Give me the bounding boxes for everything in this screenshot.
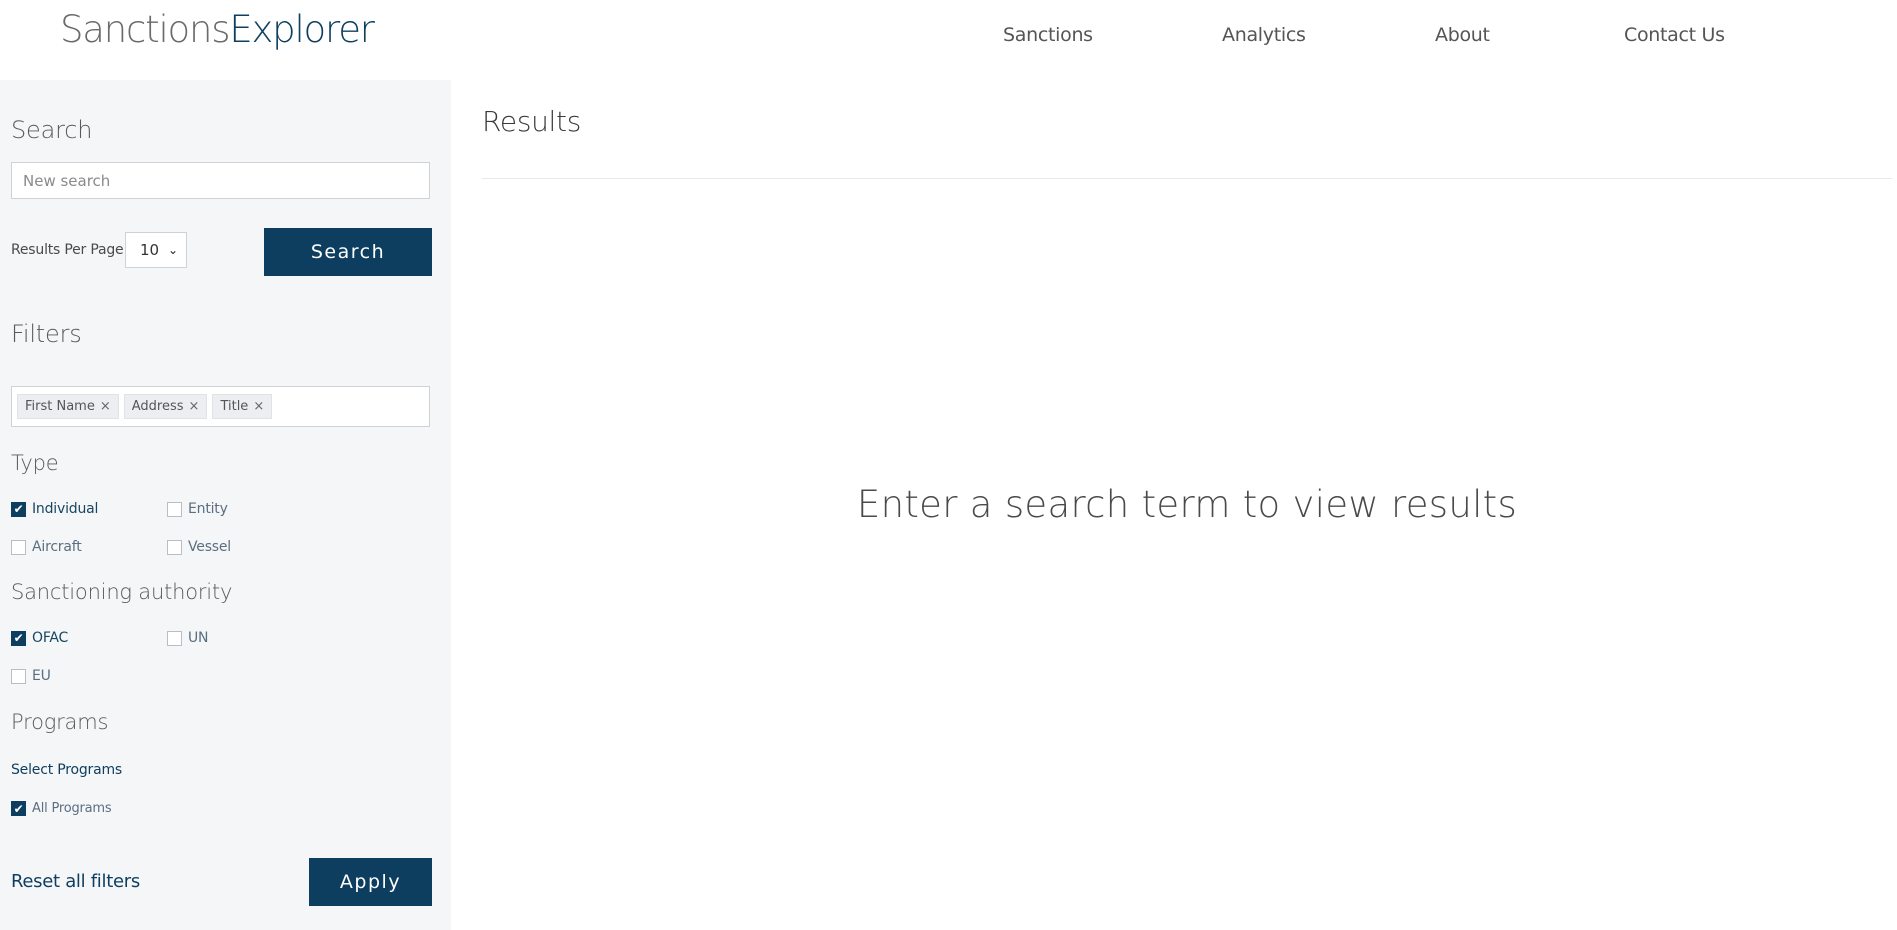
nav-contact-us[interactable]: Contact Us: [1624, 24, 1725, 46]
checkbox-icon: [11, 668, 26, 684]
close-icon[interactable]: ×: [253, 399, 264, 414]
checkbox-checked-icon: ✔: [11, 501, 26, 517]
apply-button[interactable]: Apply: [309, 858, 432, 906]
filter-tag-label: Address: [131, 399, 184, 414]
search-heading: Search: [11, 116, 93, 144]
type-entity-checkbox[interactable]: Entity: [167, 501, 228, 517]
filter-tag: Address ×: [123, 394, 208, 419]
checkbox-label: Vessel: [188, 539, 231, 555]
filter-tag-label: First Name: [25, 399, 95, 414]
search-button[interactable]: Search: [264, 228, 432, 276]
type-heading: Type: [11, 451, 59, 475]
checkbox-icon: [11, 539, 26, 555]
sanctioning-authority-heading: Sanctioning authority: [11, 580, 233, 604]
close-icon[interactable]: ×: [189, 399, 200, 414]
checkbox-label: OFAC: [32, 630, 69, 646]
filter-tag: Title ×: [212, 394, 273, 419]
results-per-page-select[interactable]: 10 ⌄: [125, 232, 187, 268]
close-icon[interactable]: ×: [100, 399, 111, 414]
nav-analytics[interactable]: Analytics: [1222, 24, 1306, 46]
type-vessel-checkbox[interactable]: Vessel: [167, 539, 231, 555]
checkbox-label: EU: [32, 668, 51, 684]
authority-eu-checkbox[interactable]: EU: [11, 668, 51, 684]
select-programs-link[interactable]: Select Programs: [11, 762, 122, 778]
results-per-page-label: Results Per Page: [11, 242, 124, 258]
checkbox-checked-icon: ✔: [11, 630, 26, 646]
nav-about[interactable]: About: [1435, 24, 1490, 46]
site-header: SanctionsExplorer Sanctions Analytics Ab…: [0, 0, 1897, 80]
chevron-down-icon: ⌄: [167, 243, 178, 257]
results-divider: [482, 178, 1892, 179]
logo-text-sanctions: Sanctions: [60, 8, 231, 51]
nav-sanctions[interactable]: Sanctions: [1003, 24, 1093, 46]
type-individual-checkbox[interactable]: ✔ Individual: [11, 501, 98, 517]
search-input[interactable]: [11, 162, 430, 199]
filter-tag: First Name ×: [17, 394, 119, 419]
checkbox-icon: [167, 630, 182, 646]
empty-results-message: Enter a search term to view results: [856, 483, 1518, 526]
filter-sidebar: Search Results Per Page 10 ⌄ Search Filt…: [0, 80, 451, 930]
checkbox-label: UN: [188, 630, 209, 646]
results-per-page-value: 10: [140, 241, 160, 259]
checkbox-icon: [167, 539, 182, 555]
results-title: Results: [482, 105, 582, 138]
all-programs-checkbox[interactable]: ✔ All Programs: [11, 801, 112, 816]
checkbox-label: Aircraft: [32, 539, 82, 555]
site-logo[interactable]: SanctionsExplorer: [60, 8, 375, 51]
type-aircraft-checkbox[interactable]: Aircraft: [11, 539, 82, 555]
checkbox-icon: [167, 501, 182, 517]
reset-filters-link[interactable]: Reset all filters: [11, 871, 140, 892]
programs-heading: Programs: [11, 710, 109, 734]
filter-tag-label: Title: [220, 399, 249, 414]
filters-heading: Filters: [11, 320, 82, 348]
checkbox-checked-icon: ✔: [11, 801, 26, 816]
filter-tags-input[interactable]: First Name × Address × Title ×: [11, 386, 430, 427]
authority-un-checkbox[interactable]: UN: [167, 630, 209, 646]
checkbox-label: All Programs: [32, 801, 112, 816]
checkbox-label: Individual: [32, 501, 99, 517]
authority-ofac-checkbox[interactable]: ✔ OFAC: [11, 630, 68, 646]
checkbox-label: Entity: [188, 501, 228, 517]
logo-text-explorer: Explorer: [229, 8, 375, 51]
